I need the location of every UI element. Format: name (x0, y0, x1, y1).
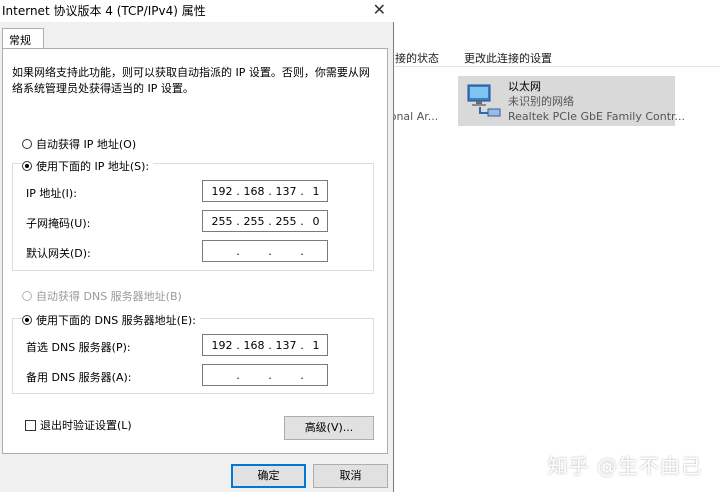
tab-general-label: 常规 (9, 34, 31, 47)
ethernet-adapter-item[interactable]: 以太网 未识别的网络 Realtek PCIe GbE Family Contr… (458, 76, 685, 126)
description-text: 如果网络支持此功能，则可以获取自动指派的 IP 设置。否则，你需要从网络系统管理… (12, 66, 370, 95)
octet-dot: . (300, 369, 304, 382)
octet-dot: . (236, 215, 240, 228)
octet-dot: . (268, 339, 272, 352)
ip-address-label: IP 地址(I): (26, 187, 77, 200)
adapter-name: 以太网 (508, 80, 541, 93)
preferred-dns-label: 首选 DNS 服务器(P): (26, 341, 131, 354)
radio-icon (22, 139, 32, 149)
preferred-dns-field[interactable]: 192 . 168 . 137 . 1 (202, 334, 328, 356)
checkbox-icon (25, 419, 36, 431)
validate-on-exit-checkbox[interactable]: 退出时验证设置(L) (25, 417, 132, 433)
octet-dot: . (268, 245, 272, 258)
radio-selected-icon (22, 161, 32, 171)
gateway-label: 默认网关(D): (26, 247, 91, 260)
auto-ip-radio[interactable]: 自动获得 IP 地址(O) (22, 136, 136, 152)
ok-button[interactable]: 确定 (231, 464, 306, 488)
dns-octet-1: 192 (211, 339, 233, 352)
ip-octet-4: 1 (312, 185, 320, 198)
radio-selected-icon (22, 315, 32, 325)
manual-ip-radio[interactable]: 使用下面的 IP 地址(S): (22, 158, 154, 174)
title-bar: Internet 协议版本 4 (TCP/IPv4) 属性 ✕ (0, 0, 394, 22)
validate-label: 退出时验证设置(L) (40, 419, 132, 432)
manual-dns-label: 使用下面的 DNS 服务器地址(E): (36, 314, 196, 327)
mask-octet-3: 255 (275, 215, 297, 228)
manual-dns-radio[interactable]: 使用下面的 DNS 服务器地址(E): (22, 312, 200, 328)
mask-octet-4: 0 (312, 215, 320, 228)
ip-octet-2: 168 (243, 185, 265, 198)
gateway-field[interactable]: . . . (202, 240, 328, 262)
dns-octet-4: 1 (312, 339, 320, 352)
mask-octet-1: 255 (211, 215, 233, 228)
octet-dot: . (236, 245, 240, 258)
ip-octet-1: 192 (211, 185, 233, 198)
octet-dot: . (300, 245, 304, 258)
dns-octet-3: 137 (275, 339, 297, 352)
subnet-mask-field[interactable]: 255 . 255 . 255 . 0 (202, 210, 328, 232)
network-adapter-icon (467, 84, 501, 117)
auto-dns-radio[interactable]: 自动获得 DNS 服务器地址(B) (22, 288, 182, 304)
octet-dot: . (236, 339, 240, 352)
auto-dns-label: 自动获得 DNS 服务器地址(B) (36, 290, 182, 303)
change-settings-link[interactable]: 更改此连接的设置 (464, 50, 552, 66)
cancel-button[interactable]: 取消 (313, 464, 388, 488)
alternate-dns-field[interactable]: . . . (202, 364, 328, 386)
adapter-status: 未识别的网络 (508, 95, 574, 108)
watermark: 知乎 @生不由己 (547, 454, 702, 478)
dialog-title: Internet 协议版本 4 (TCP/IPv4) 属性 (2, 4, 206, 18)
ip-octet-3: 137 (275, 185, 297, 198)
tab-general[interactable]: 常规 (2, 28, 44, 49)
octet-dot: . (236, 185, 240, 198)
dns-octet-2: 168 (243, 339, 265, 352)
subnet-mask-label: 子网掩码(U): (26, 217, 91, 230)
close-icon[interactable]: ✕ (373, 0, 386, 19)
ip-address-field[interactable]: 192 . 168 . 137 . 1 (202, 180, 328, 202)
auto-ip-label: 自动获得 IP 地址(O) (36, 138, 137, 151)
advanced-button[interactable]: 高级(V)... (284, 416, 374, 440)
octet-dot: . (236, 369, 240, 382)
toolbar-divider (380, 66, 720, 67)
octet-dot: . (268, 215, 272, 228)
mask-octet-2: 255 (243, 215, 265, 228)
alternate-dns-label: 备用 DNS 服务器(A): (26, 371, 132, 384)
octet-dot: . (268, 369, 272, 382)
ipv4-properties-dialog: Internet 协议版本 4 (TCP/IPv4) 属性 ✕ 常规 如果网络支… (0, 0, 394, 492)
radio-icon (22, 291, 32, 301)
adapter-device: Realtek PCIe GbE Family Contr... (508, 110, 686, 123)
view-status-link[interactable]: 接的状态 (395, 50, 439, 66)
octet-dot: . (268, 185, 272, 198)
manual-ip-label: 使用下面的 IP 地址(S): (36, 160, 150, 173)
